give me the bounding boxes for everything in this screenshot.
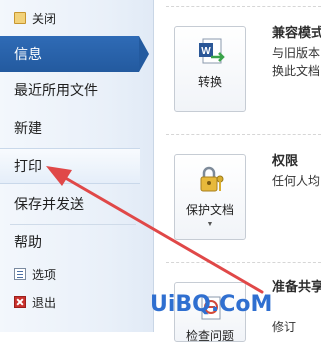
dropdown-arrow-icon: ▼ bbox=[206, 221, 214, 228]
options-icon bbox=[14, 268, 26, 280]
compat-mode-desc-line-1: 与旧版本 bbox=[272, 46, 321, 60]
nav-info[interactable]: 信息 bbox=[0, 36, 149, 72]
nav-exit[interactable]: 退出 bbox=[0, 290, 140, 314]
convert-button-label: 转换 bbox=[197, 75, 222, 89]
protect-document-button[interactable]: 保护文档 ▼ bbox=[174, 154, 246, 240]
nav-recent[interactable]: 最近所用文件 bbox=[0, 72, 140, 108]
nav-save-send-label: 保存并发送 bbox=[14, 196, 84, 212]
section-divider bbox=[166, 262, 321, 264]
convert-button[interactable]: W 转换 bbox=[174, 26, 246, 112]
word-document-icon: W bbox=[199, 38, 225, 64]
backstage-nav: 关闭 信息 最近所用文件 新建 打印 保存并发送 帮助 选项 退出 bbox=[0, 0, 154, 332]
check-issues-label: 检查问题 bbox=[185, 329, 234, 343]
svg-text:W: W bbox=[201, 46, 211, 57]
nav-close[interactable]: 关闭 bbox=[0, 6, 140, 30]
nav-close-label: 关闭 bbox=[32, 11, 57, 26]
nav-options[interactable]: 选项 bbox=[0, 262, 140, 286]
nav-print[interactable]: 打印 bbox=[0, 148, 140, 184]
nav-exit-label: 退出 bbox=[32, 295, 57, 310]
section-divider bbox=[166, 134, 321, 136]
prepare-sharing-desc-line-1: 修订 bbox=[272, 320, 297, 334]
watermark-text: UiBQ.CoM bbox=[150, 292, 273, 317]
nav-recent-label: 最近所用文件 bbox=[14, 82, 98, 98]
nav-info-label: 信息 bbox=[14, 46, 42, 62]
nav-help-label: 帮助 bbox=[14, 234, 42, 250]
folder-icon bbox=[14, 12, 26, 24]
prepare-sharing-title: 准备共享 bbox=[272, 279, 321, 294]
exit-icon bbox=[14, 296, 26, 308]
nav-new[interactable]: 新建 bbox=[0, 110, 140, 146]
protect-document-label: 保护文档 bbox=[185, 203, 234, 217]
permissions-desc-line-1: 任何人均 bbox=[272, 174, 321, 188]
nav-help[interactable]: 帮助 bbox=[0, 224, 140, 260]
compat-mode-title: 兼容模式 bbox=[272, 25, 321, 40]
permissions-title: 权限 bbox=[272, 153, 299, 168]
lock-key-icon bbox=[200, 166, 224, 192]
nav-print-label: 打印 bbox=[14, 158, 42, 174]
nav-new-label: 新建 bbox=[14, 120, 42, 136]
nav-options-label: 选项 bbox=[32, 267, 57, 282]
compat-mode-desc-line-2: 换此文档 bbox=[272, 64, 321, 78]
nav-save-send[interactable]: 保存并发送 bbox=[0, 186, 140, 222]
section-divider bbox=[166, 6, 321, 8]
info-panel: W 转换 兼容模式 与旧版本 换此文档 保护文档 ▼ 权限 任何人均 检查问题 … bbox=[154, 0, 321, 343]
